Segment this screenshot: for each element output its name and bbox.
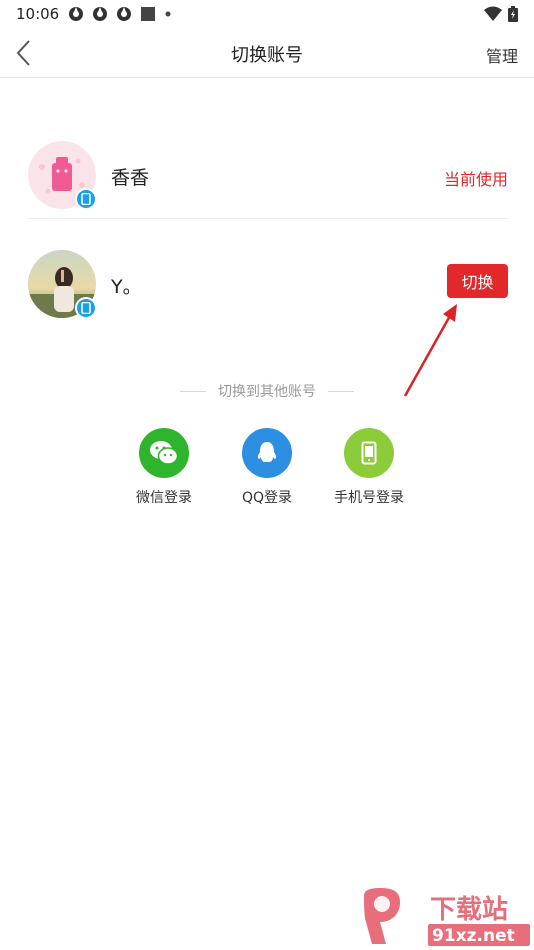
wechat-login-label: 微信登录 [136,490,192,506]
app-icon [69,7,83,21]
watermark-logo: 下载站 91xz.net [360,888,532,948]
phone-login-option[interactable]: 手机号登录 [324,428,414,507]
phone-icon [81,193,91,205]
other-accounts-divider: 切换到其他账号 [0,381,534,401]
phone-login-button[interactable] [344,428,394,478]
divider-line [328,390,354,392]
status-right [484,6,518,22]
svg-text:91xz.net: 91xz.net [432,926,515,946]
wechat-login-button[interactable] [139,428,189,478]
phone-icon [81,302,91,314]
square-icon [141,7,155,21]
qq-icon [257,442,277,462]
qq-login-label: QQ登录 [241,490,293,506]
manage-button[interactable]: 管理 [486,43,518,67]
current-account-label: 当前使用 [443,170,508,189]
battery-icon [508,6,518,22]
account-row-current: 香香 当前使用 [28,131,508,219]
switch-account-button[interactable]: 切换 [447,264,508,298]
app-icon [93,7,107,21]
avatar-badge [75,188,97,210]
nav-bar: 切换账号 管理 [0,28,534,78]
wechat-login-option[interactable]: 微信登录 [119,428,209,507]
svg-text:下载站: 下载站 [430,895,508,925]
wechat-icon [150,441,179,465]
qq-login-button[interactable] [242,428,292,478]
dot-icon [165,11,171,17]
status-icons [68,6,172,22]
watermark-logo-graphic: 下载站 91xz.net [364,888,530,946]
divider-text: 切换到其他账号 [218,384,316,400]
qq-login-option[interactable]: QQ登录 [222,428,312,507]
account-name: 香香 [111,167,150,189]
avatar-badge [75,297,97,319]
status-bar: 10:06 [0,0,534,28]
page-title: 切换账号 [231,45,303,66]
phone-icon [361,441,377,465]
status-time: 10:06 [16,5,60,23]
wifi-icon [484,6,502,21]
app-icon [117,7,131,21]
divider-line [180,390,206,392]
account-name: Y。 [111,276,142,298]
phone-login-label: 手机号登录 [334,490,404,506]
